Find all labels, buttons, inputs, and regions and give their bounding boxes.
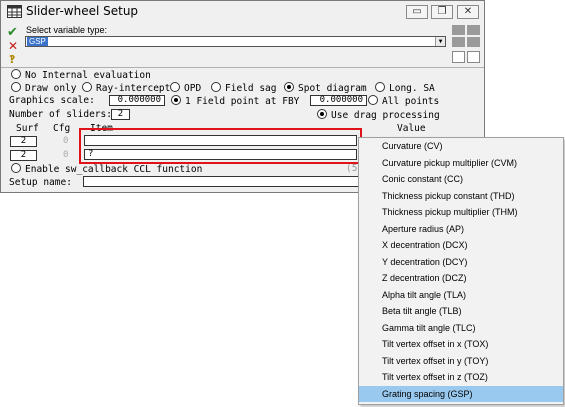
all-points-label: All points bbox=[382, 96, 440, 107]
graphics-scale-input[interactable]: 0.000000 bbox=[109, 95, 165, 106]
row-2-cfg: 0 bbox=[63, 150, 69, 160]
option-ray-intercept[interactable]: Ray-intercept bbox=[82, 82, 170, 94]
menu-item[interactable]: Tilt vertex offset in y (TOY) bbox=[359, 353, 563, 370]
option-all-points[interactable]: All points bbox=[368, 95, 439, 107]
title-bar[interactable]: Slider-wheel Setup ▭ ❐ ✕ bbox=[1, 1, 484, 23]
radio-icon bbox=[11, 163, 21, 173]
radio-icon bbox=[211, 82, 221, 92]
menu-item[interactable]: Gamma tilt angle (TLC) bbox=[359, 320, 563, 337]
menu-item[interactable]: X decentration (DCX) bbox=[359, 237, 563, 254]
option-label: Draw only bbox=[25, 83, 77, 94]
row-2-surf[interactable]: 2 bbox=[10, 150, 37, 161]
minimize-button[interactable]: ▭ bbox=[406, 5, 428, 19]
radio-icon bbox=[375, 82, 385, 92]
restore-button[interactable]: ❐ bbox=[431, 5, 453, 19]
radio-icon bbox=[170, 82, 180, 92]
menu-item[interactable]: Beta tilt angle (TLB) bbox=[359, 303, 563, 320]
restore-icon: ❐ bbox=[437, 6, 447, 17]
radio-selected-icon bbox=[317, 109, 327, 119]
chevron-down-icon[interactable]: ▼ bbox=[435, 37, 445, 46]
option-label: Long. SA bbox=[389, 83, 435, 94]
option-label: Field sag bbox=[225, 83, 277, 94]
option-label: Ray-intercept bbox=[96, 83, 171, 94]
menu-item[interactable]: Tilt vertex offset in z (TOZ) bbox=[359, 369, 563, 386]
drag-processing-label: Use drag processing bbox=[331, 110, 440, 121]
close-icon: ✕ bbox=[463, 6, 473, 17]
option-label: OPD bbox=[184, 83, 202, 94]
number-of-sliders-label: Number of sliders: bbox=[9, 109, 112, 120]
highlight-outline bbox=[79, 128, 362, 164]
menu-item[interactable]: Curvature (CV) bbox=[359, 138, 563, 155]
column-header-surf: Surf bbox=[16, 123, 39, 134]
menu-item[interactable]: Tilt vertex offset in x (TOX) bbox=[359, 336, 563, 353]
radio-icon bbox=[368, 95, 378, 105]
option-long-sa[interactable]: Long. SA bbox=[375, 82, 435, 94]
menu-item[interactable]: Y decentration (DCY) bbox=[359, 254, 563, 271]
menu-item[interactable]: Alpha tilt angle (TLA) bbox=[359, 287, 563, 304]
option-opd[interactable]: OPD bbox=[170, 82, 201, 94]
ccl-label: Enable sw_callback CCL function bbox=[25, 164, 203, 175]
menu-item[interactable]: Thickness pickup constant (THD) bbox=[359, 188, 563, 205]
help-icon[interactable]: ‽ bbox=[9, 53, 15, 66]
variable-type-dropdown-menu[interactable]: Curvature (CV) Curvature pickup multiplie… bbox=[358, 137, 564, 405]
radio-icon bbox=[82, 82, 92, 92]
separator bbox=[1, 67, 484, 68]
row-1-cfg: 0 bbox=[63, 136, 69, 146]
column-header-value: Value bbox=[397, 123, 426, 134]
graphics-scale-label: Graphics scale: bbox=[9, 95, 95, 106]
minimize-icon: ▭ bbox=[412, 6, 422, 17]
variable-type-value: GSP bbox=[27, 37, 48, 46]
radio-selected-icon bbox=[284, 82, 294, 92]
cancel-x-icon[interactable]: ✕ bbox=[8, 39, 18, 53]
menu-item[interactable]: Conic constant (CC) bbox=[359, 171, 563, 188]
menu-item[interactable]: Aperture radius (AP) bbox=[359, 221, 563, 238]
palette-grid-icon[interactable] bbox=[452, 25, 480, 65]
radio-icon bbox=[11, 82, 21, 92]
menu-item[interactable]: Curvature pickup multiplier (CVM) bbox=[359, 155, 563, 172]
use-drag-processing-radio[interactable]: Use drag processing bbox=[317, 109, 440, 121]
radio-icon bbox=[11, 69, 21, 79]
menu-item[interactable]: Grating spacing (GSP) bbox=[359, 385, 563, 402]
radio-selected-icon bbox=[171, 95, 181, 105]
setup-name-input[interactable] bbox=[83, 176, 359, 187]
no-internal-evaluation-label: No Internal evaluation bbox=[25, 70, 151, 81]
no-internal-evaluation-radio[interactable]: No Internal evaluation bbox=[11, 69, 151, 81]
ok-check-icon[interactable]: ✔ bbox=[7, 25, 18, 40]
option-label: Spot diagram bbox=[298, 83, 367, 94]
option-draw-only[interactable]: Draw only bbox=[11, 82, 76, 94]
column-header-cfg: Cfg bbox=[53, 123, 71, 134]
option-spot-diagram[interactable]: Spot diagram bbox=[284, 82, 367, 94]
variable-type-select[interactable]: GSP ▼ bbox=[25, 36, 446, 47]
enable-ccl-radio[interactable]: Enable sw_callback CCL function bbox=[11, 163, 202, 175]
ccl-trailing-text: (5 bbox=[346, 163, 358, 174]
number-of-sliders-input[interactable]: 2 bbox=[111, 109, 130, 120]
setup-name-label: Setup name: bbox=[9, 177, 72, 188]
menu-item[interactable]: Z decentration (DCZ) bbox=[359, 270, 563, 287]
field-point-input[interactable]: 0.000000 bbox=[310, 95, 367, 106]
menu-items: Curvature (CV) Curvature pickup multiplie… bbox=[359, 138, 563, 402]
option-field-sag[interactable]: Field sag bbox=[211, 82, 276, 94]
row-1-surf[interactable]: 2 bbox=[10, 136, 37, 147]
option-field-point[interactable]: 1 Field point at FBY bbox=[171, 95, 299, 107]
variable-type-label: Select variable type: bbox=[26, 25, 108, 35]
grid-app-icon bbox=[7, 5, 22, 18]
close-button[interactable]: ✕ bbox=[457, 5, 479, 19]
field-point-label: 1 Field point at FBY bbox=[185, 96, 300, 107]
window-title: Slider-wheel Setup bbox=[26, 4, 139, 18]
menu-item[interactable]: Thickness pickup multiplier (THM) bbox=[359, 204, 563, 221]
